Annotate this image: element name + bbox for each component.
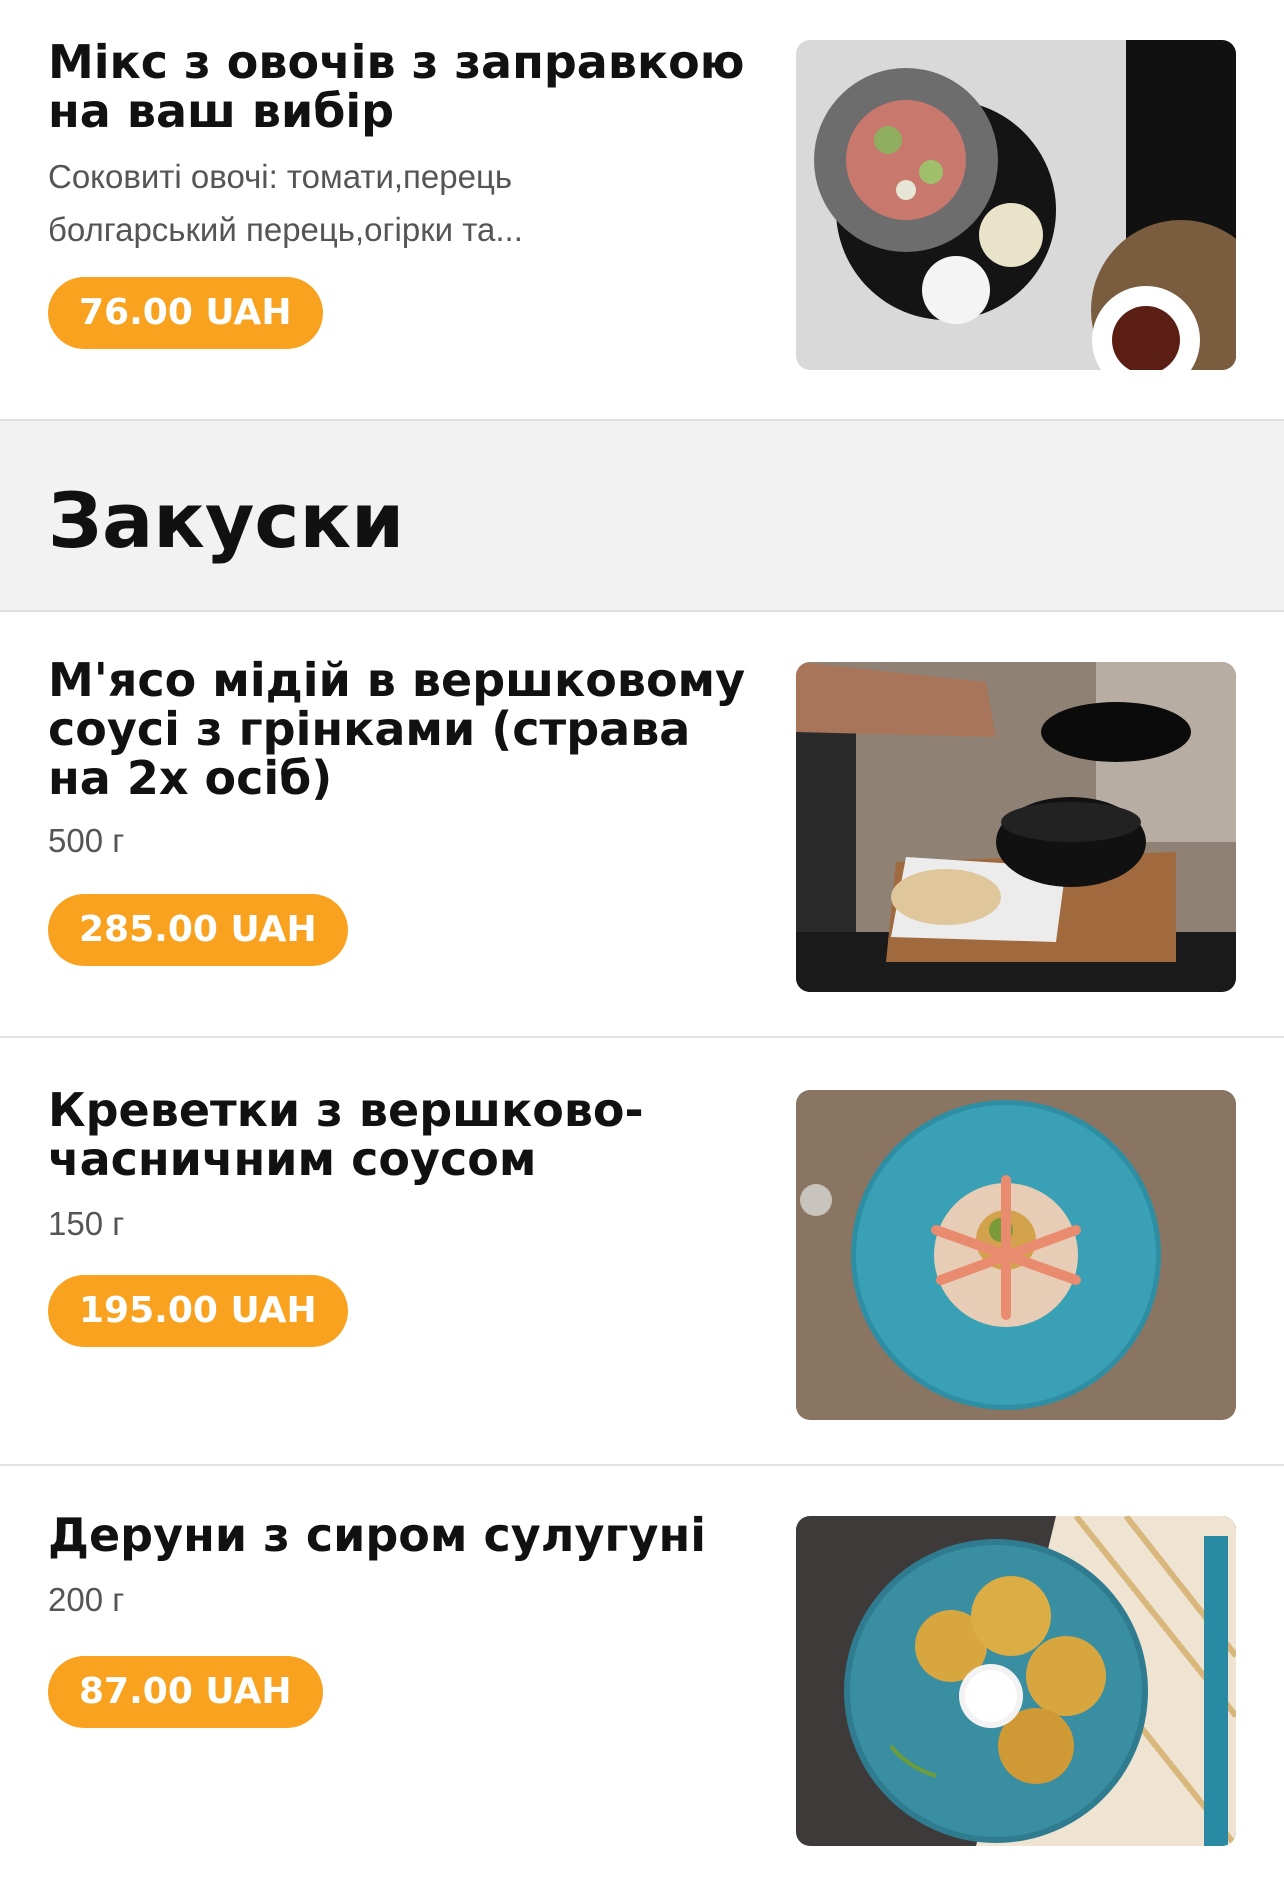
item-weight: 200 г — [48, 1581, 125, 1618]
price-button[interactable]: 76.00 UAH — [48, 277, 323, 349]
potato-pancakes-photo[interactable] — [796, 1516, 1236, 1846]
item-title: Деруни з сиром сулугуні — [48, 1508, 706, 1562]
price-button[interactable]: 285.00 UAH — [48, 894, 348, 966]
item-description: Соковиті овочі: томати,перець болгарськи… — [48, 158, 523, 248]
menu-item-vegetable-mix[interactable]: Мікс з овочів з заправкою на ваш вибір С… — [0, 0, 1284, 419]
section-header-appetizers: Закуски — [0, 419, 1284, 612]
item-weight: 150 г — [48, 1205, 125, 1242]
menu-item-mussels[interactable]: М'ясо мідій в вершковому соусі з грінкам… — [0, 612, 1284, 1036]
price-button[interactable]: 87.00 UAH — [48, 1656, 323, 1728]
item-title: Креветки з вершково-часничним соусом — [48, 1083, 644, 1186]
item-weight: 500 г — [48, 822, 125, 859]
menu-item-potato-pancakes[interactable]: Деруни з сиром сулугуні 200 г 87.00 UAH — [0, 1466, 1284, 1886]
item-title: М'ясо мідій в вершковому соусі з грінкам… — [48, 653, 746, 805]
menu-item-shrimp[interactable]: Креветки з вершково-часничним соусом 150… — [0, 1038, 1284, 1464]
section-title: Закуски — [48, 476, 405, 565]
price-button[interactable]: 195.00 UAH — [48, 1275, 348, 1347]
shrimp-plate-photo[interactable] — [796, 1090, 1236, 1420]
mussels-pot-photo[interactable] — [796, 662, 1236, 992]
salad-plate-photo[interactable] — [796, 40, 1236, 370]
item-title: Мікс з овочів з заправкою на ваш вибір — [48, 35, 745, 138]
